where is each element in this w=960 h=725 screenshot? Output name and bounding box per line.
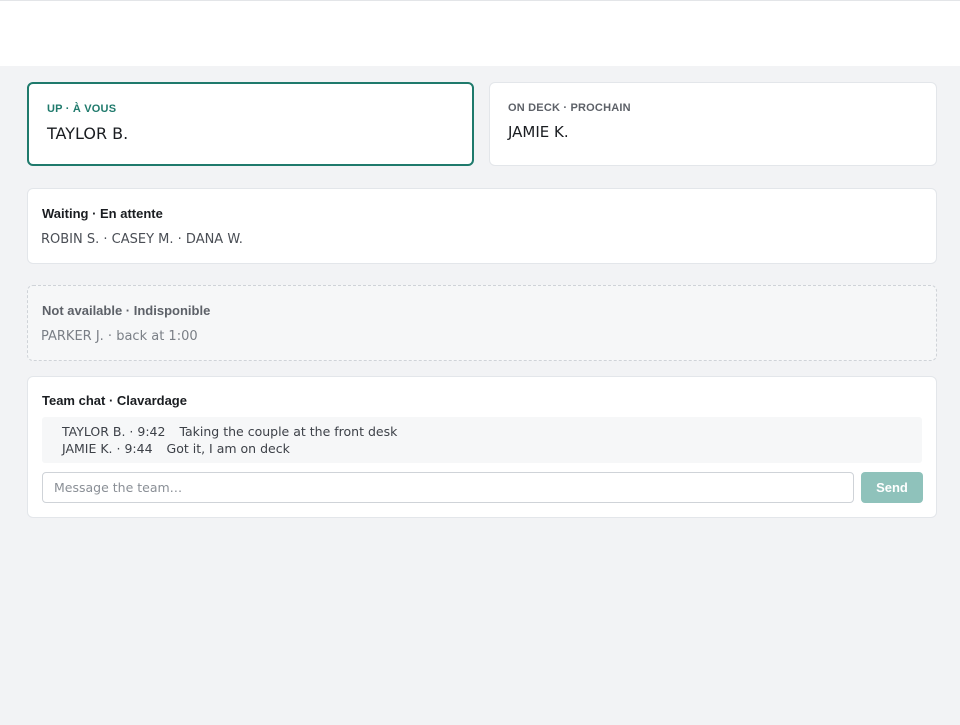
chat-message-text: Got it, I am on deck (166, 441, 290, 456)
chat-message: JAMIE K. · 9:44 Got it, I am on deck (62, 441, 290, 456)
chat-message-author: TAYLOR B. · 9:42 (62, 424, 166, 439)
not-available-list: PARKER J. · back at 1:00 (41, 329, 198, 344)
on-deck-label: ON DECK · PROCHAIN (508, 102, 631, 114)
team-chat-card: Team chat · Clavardage TAYLOR B. · 9:42 T… (27, 376, 937, 518)
up-now-name: TAYLOR B. (47, 124, 129, 143)
send-button[interactable]: Send (861, 472, 923, 503)
team-chat-title: Team chat · Clavardage (42, 393, 187, 408)
up-now-label: UP · À VOUS (47, 103, 117, 115)
chat-message-author: JAMIE K. · 9:44 (62, 441, 153, 456)
not-available-card: Not available · Indisponible PARKER J. ·… (27, 285, 937, 361)
chat-message: TAYLOR B. · 9:42 Taking the couple at the… (62, 424, 397, 439)
on-deck-card: ON DECK · PROCHAIN JAMIE K. (489, 82, 937, 166)
top-bar (0, 0, 960, 66)
chat-log: TAYLOR B. · 9:42 Taking the couple at the… (42, 417, 922, 463)
up-now-card: UP · À VOUS TAYLOR B. (27, 82, 474, 166)
chat-message-text: Taking the couple at the front desk (179, 424, 398, 439)
waiting-card: Waiting · En attente ROBIN S. · CASEY M.… (27, 188, 937, 264)
waiting-title: Waiting · En attente (42, 206, 163, 221)
chat-message-input[interactable] (42, 472, 854, 503)
on-deck-name: JAMIE K. (508, 123, 569, 141)
not-available-title: Not available · Indisponible (42, 303, 211, 318)
waiting-list: ROBIN S. · CASEY M. · DANA W. (41, 232, 243, 247)
